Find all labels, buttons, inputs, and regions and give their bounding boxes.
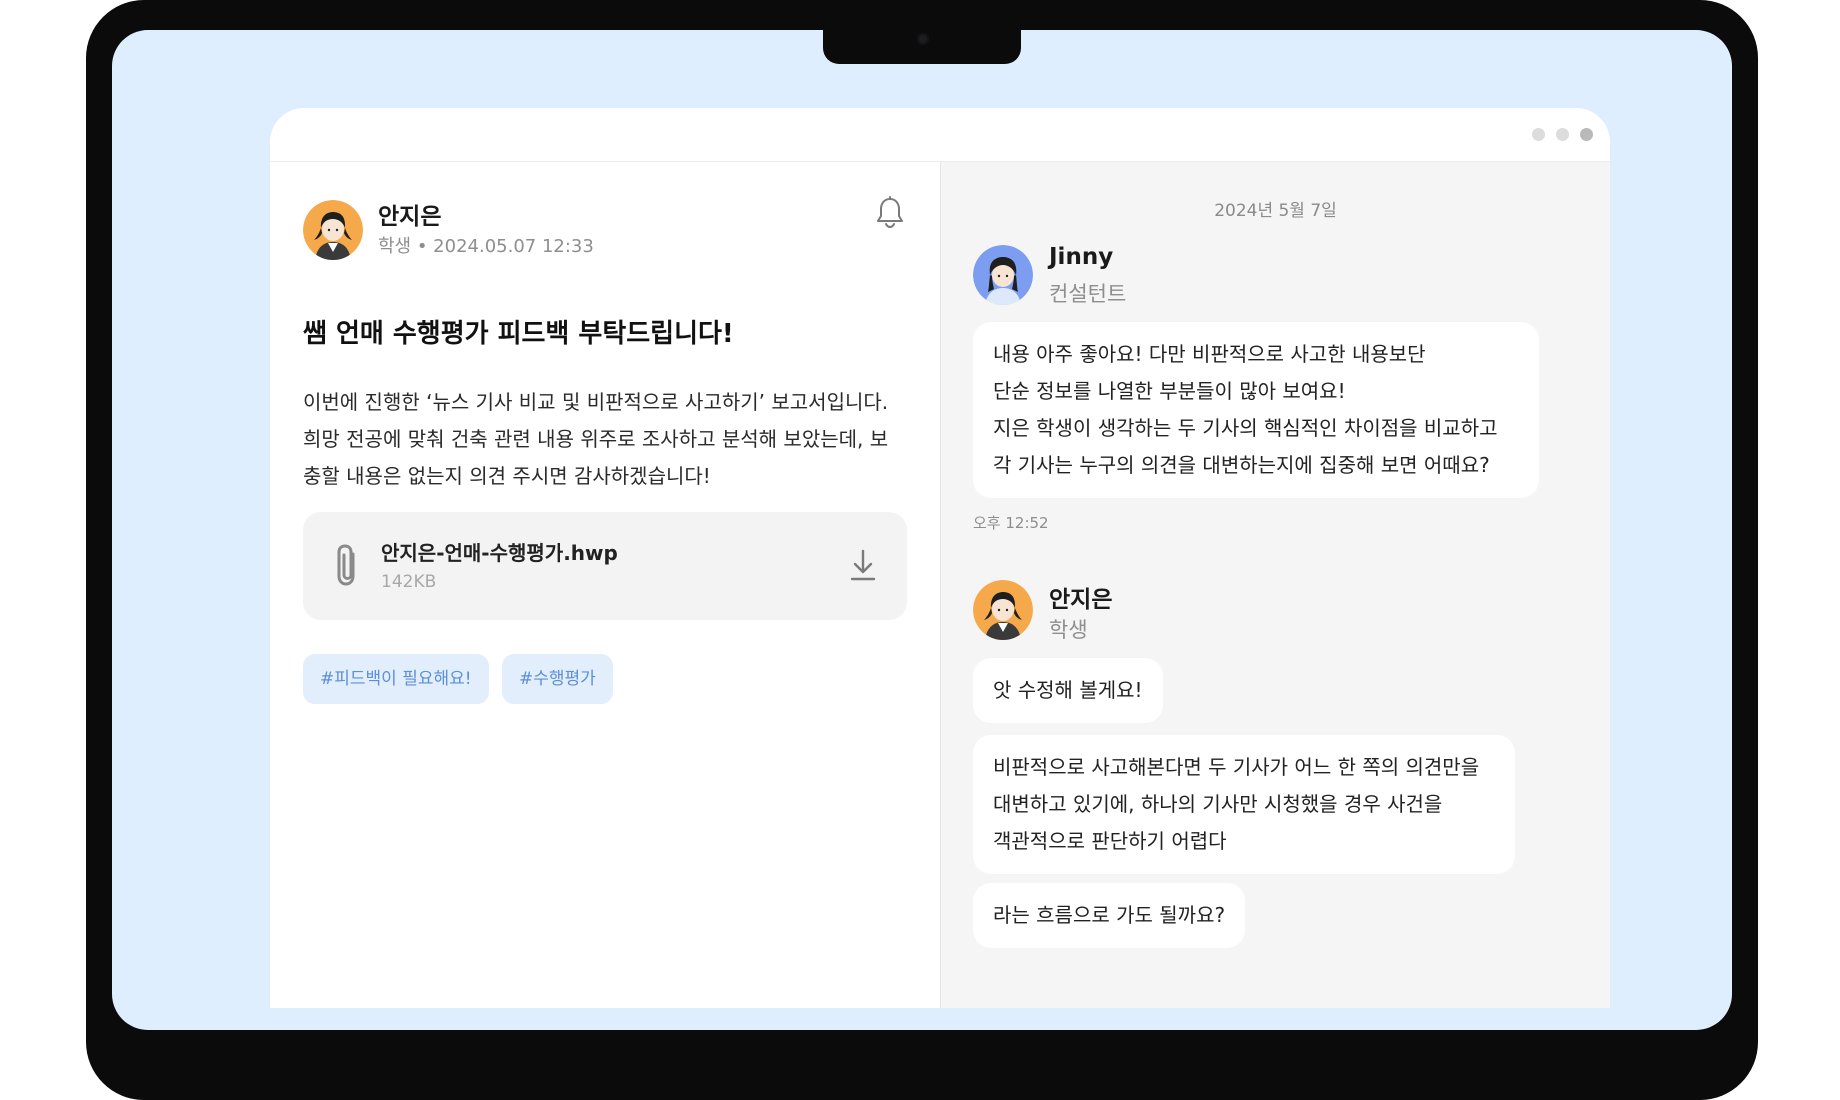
post-body: 이번에 진행한 ‘뉴스 기사 비교 및 비판적으로 사고하기’ 보고서입니다. … bbox=[303, 384, 913, 495]
tag-performance-assessment[interactable]: #수행평가 bbox=[502, 654, 613, 704]
message-line: 단순 정보를 나열한 부분들이 많아 보여요! bbox=[993, 379, 1346, 403]
window-control-dot[interactable] bbox=[1532, 128, 1545, 141]
student-chat-avatar[interactable] bbox=[973, 580, 1033, 640]
message-line: 비판적으로 사고해본다면 두 기사가 어느 한 쪽의 의견만을 bbox=[993, 755, 1480, 779]
message-line: 각 기사는 누구의 의견을 대변하는지에 집중해 보면 어때요? bbox=[993, 453, 1490, 477]
student-message-bubble: 라는 흐름으로 가도 될까요? bbox=[973, 883, 1246, 948]
attachment-file-size: 142KB bbox=[381, 572, 437, 592]
download-icon[interactable] bbox=[848, 548, 878, 582]
chat-panel bbox=[941, 162, 1610, 1008]
message-line: 내용 아주 좋아요! 다만 비판적으로 사고한 내용보단 bbox=[993, 342, 1426, 366]
consultant-name: Jinny bbox=[1049, 244, 1114, 270]
post-author-name: 안지은 bbox=[378, 204, 442, 230]
student-avatar-icon bbox=[973, 580, 1033, 640]
student-chat-name: 안지은 bbox=[1049, 587, 1113, 613]
window-control-dot[interactable] bbox=[1580, 128, 1593, 141]
student-avatar-icon bbox=[303, 200, 363, 260]
message-line: 대변하고 있기에, 하나의 기사만 시청했을 경우 사건을 bbox=[993, 792, 1443, 816]
post-body-line: 충할 내용은 없는지 의견 주시면 감사하겠습니다! bbox=[303, 464, 711, 488]
student-message-bubble: 비판적으로 사고해본다면 두 기사가 어느 한 쪽의 의견만을 대변하고 있기에… bbox=[973, 735, 1515, 874]
student-message-bubble: 앗 수정해 볼게요! bbox=[973, 658, 1163, 723]
camera-notch bbox=[823, 0, 1021, 64]
consultant-role: 컨설턴트 bbox=[1049, 282, 1127, 306]
message-line: 객관적으로 판단하기 어렵다 bbox=[993, 829, 1227, 853]
post-meta: 학생 • 2024.05.07 12:33 bbox=[378, 236, 594, 257]
paperclip-icon bbox=[337, 544, 355, 586]
window-titlebar bbox=[270, 108, 1610, 162]
file-attachment[interactable]: 안지은-언매-수행평가.hwp 142KB bbox=[303, 512, 907, 620]
message-line: 앗 수정해 볼게요! bbox=[993, 678, 1143, 702]
post-body-line: 희망 전공에 맞춰 건축 관련 내용 위주로 조사하고 분석해 보았는데, 보 bbox=[303, 427, 889, 451]
tag-feedback-needed[interactable]: #피드백이 필요해요! bbox=[303, 654, 489, 704]
student-avatar[interactable] bbox=[303, 200, 363, 260]
bell-icon[interactable] bbox=[876, 196, 904, 228]
student-chat-role: 학생 bbox=[1049, 618, 1088, 642]
message-timestamp: 오후 12:52 bbox=[973, 514, 1049, 532]
consultant-avatar-icon bbox=[973, 245, 1033, 305]
post-body-line: 이번에 진행한 ‘뉴스 기사 비교 및 비판적으로 사고하기’ 보고서입니다. bbox=[303, 390, 889, 414]
post-title: 쌤 언매 수행평가 피드백 부탁드립니다! bbox=[303, 319, 734, 349]
attachment-file-name[interactable]: 안지은-언매-수행평가.hwp bbox=[381, 537, 618, 566]
consultant-avatar[interactable] bbox=[973, 245, 1033, 305]
chat-date-separator: 2024년 5월 7일 bbox=[1214, 201, 1337, 221]
message-line: 지은 학생이 생각하는 두 기사의 핵심적인 차이점을 비교하고 bbox=[993, 416, 1498, 440]
camera-icon bbox=[917, 33, 929, 45]
consultant-message-bubble: 내용 아주 좋아요! 다만 비판적으로 사고한 내용보단 단순 정보를 나열한 … bbox=[973, 322, 1539, 498]
message-line: 라는 흐름으로 가도 될까요? bbox=[993, 903, 1226, 927]
window-control-dot[interactable] bbox=[1556, 128, 1569, 141]
